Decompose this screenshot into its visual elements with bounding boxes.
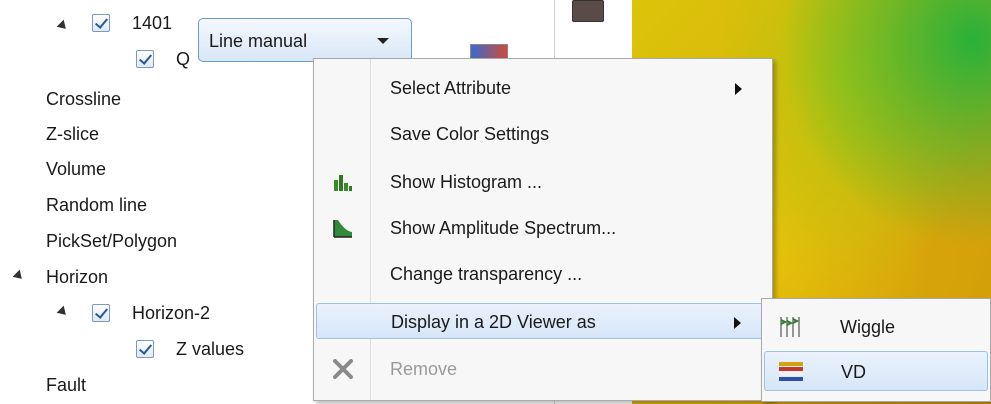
viewer-button-icon[interactable] (572, 0, 604, 22)
checkbox-q[interactable] (136, 50, 154, 68)
context-menu: Select Attribute Save Color Settings Sho… (313, 58, 773, 401)
menu-item-label: Change transparency ... (390, 264, 583, 284)
display-2d-submenu: Wiggle VD (761, 298, 991, 402)
tree-item-volume[interactable]: Volume (46, 154, 106, 184)
expand-icon[interactable] (12, 269, 26, 283)
checkbox-1401[interactable] (92, 14, 110, 32)
menu-item-label: Remove (390, 359, 458, 379)
wiggle-icon (778, 315, 802, 344)
menu-item-label: Select Attribute (390, 78, 512, 98)
histogram-icon (332, 172, 354, 192)
menu-item-remove: Remove (316, 351, 770, 387)
tree-item-random-line[interactable]: Random line (46, 190, 147, 220)
submenu-item-label: Wiggle (840, 317, 896, 337)
dropdown-value: Line manual (209, 31, 308, 51)
tree-item-zslice[interactable]: Z-slice (46, 119, 99, 149)
menu-item-select-attribute[interactable]: Select Attribute (316, 70, 770, 106)
tree-item-fault[interactable]: Fault (46, 370, 86, 400)
tree-item-pickset[interactable]: PickSet/Polygon (46, 226, 177, 256)
menu-item-save-color-settings[interactable]: Save Color Settings (316, 116, 770, 152)
checkbox-horizon-2[interactable] (92, 304, 110, 322)
menu-item-label: Display in a 2D Viewer as (391, 312, 596, 332)
menu-item-show-histogram[interactable]: Show Histogram ... (316, 164, 770, 200)
menu-item-show-amplitude-spectrum[interactable]: Show Amplitude Spectrum... (316, 210, 770, 246)
remove-icon (332, 359, 354, 379)
menu-item-label: Show Histogram ... (390, 172, 543, 192)
submenu-arrow-icon (734, 317, 741, 329)
expand-icon[interactable] (56, 19, 70, 33)
tree-item-crossline[interactable]: Crossline (46, 84, 121, 114)
menu-item-change-transparency[interactable]: Change transparency ... (316, 256, 770, 292)
submenu-item-label: VD (841, 362, 867, 382)
expand-icon[interactable] (56, 305, 70, 319)
tree-item-horizon-2[interactable]: Horizon-2 (132, 298, 210, 328)
checkbox-z-values[interactable] (136, 340, 154, 358)
menu-item-display-2d-viewer[interactable]: Display in a 2D Viewer as (316, 303, 770, 339)
chevron-down-icon (377, 38, 389, 44)
tree-item-1401[interactable]: 1401 (132, 8, 172, 38)
submenu-item-vd[interactable]: VD (764, 351, 988, 391)
submenu-arrow-icon (735, 83, 742, 95)
tree-item-horizon[interactable]: Horizon (46, 262, 108, 292)
line-mode-dropdown[interactable]: Line manual (198, 18, 412, 62)
menu-item-label: Save Color Settings (390, 124, 550, 144)
tree-item-z-values[interactable]: Z values (176, 334, 244, 364)
vd-icon (779, 361, 803, 388)
submenu-item-wiggle[interactable]: Wiggle (764, 307, 988, 347)
menu-item-label: Show Amplitude Spectrum... (390, 218, 617, 238)
spectrum-icon (332, 218, 354, 238)
tree-item-q[interactable]: Q (176, 44, 190, 74)
